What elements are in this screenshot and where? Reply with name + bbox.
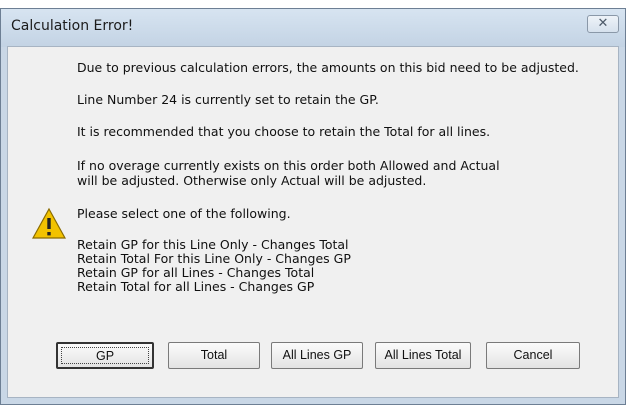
gp-button[interactable]: GP <box>56 342 154 369</box>
all-lines-gp-button[interactable]: All Lines GP <box>271 342 363 369</box>
all-lines-total-button[interactable]: All Lines Total <box>375 342 471 369</box>
warning-icon <box>32 207 66 239</box>
dialog-title: Calculation Error! <box>11 18 134 34</box>
dialog-body: Due to previous calculation errors, the … <box>7 46 619 398</box>
message-line: Due to previous calculation errors, the … <box>77 60 579 75</box>
option-line: Retain GP for all Lines - Changes Total <box>77 265 315 280</box>
title-bar[interactable]: Calculation Error! ✕ <box>1 9 625 47</box>
message-line: will be adjusted. Otherwise only Actual … <box>77 173 427 188</box>
total-button[interactable]: Total <box>168 342 260 369</box>
option-line: Retain Total For this Line Only - Change… <box>77 251 351 266</box>
message-line: Line Number 24 is currently set to retai… <box>77 92 379 107</box>
message-line: Please select one of the following. <box>77 206 291 221</box>
cancel-button[interactable]: Cancel <box>486 342 580 369</box>
message-line: It is recommended that you choose to ret… <box>77 124 491 139</box>
option-line: Retain GP for this Line Only - Changes T… <box>77 237 349 252</box>
message-line: If no overage currently exists on this o… <box>77 158 500 173</box>
option-line: Retain Total for all Lines - Changes GP <box>77 279 315 294</box>
calculation-error-dialog: Calculation Error! ✕ Due to previous cal… <box>0 8 626 405</box>
close-button[interactable]: ✕ <box>587 15 619 33</box>
close-icon: ✕ <box>597 16 609 31</box>
